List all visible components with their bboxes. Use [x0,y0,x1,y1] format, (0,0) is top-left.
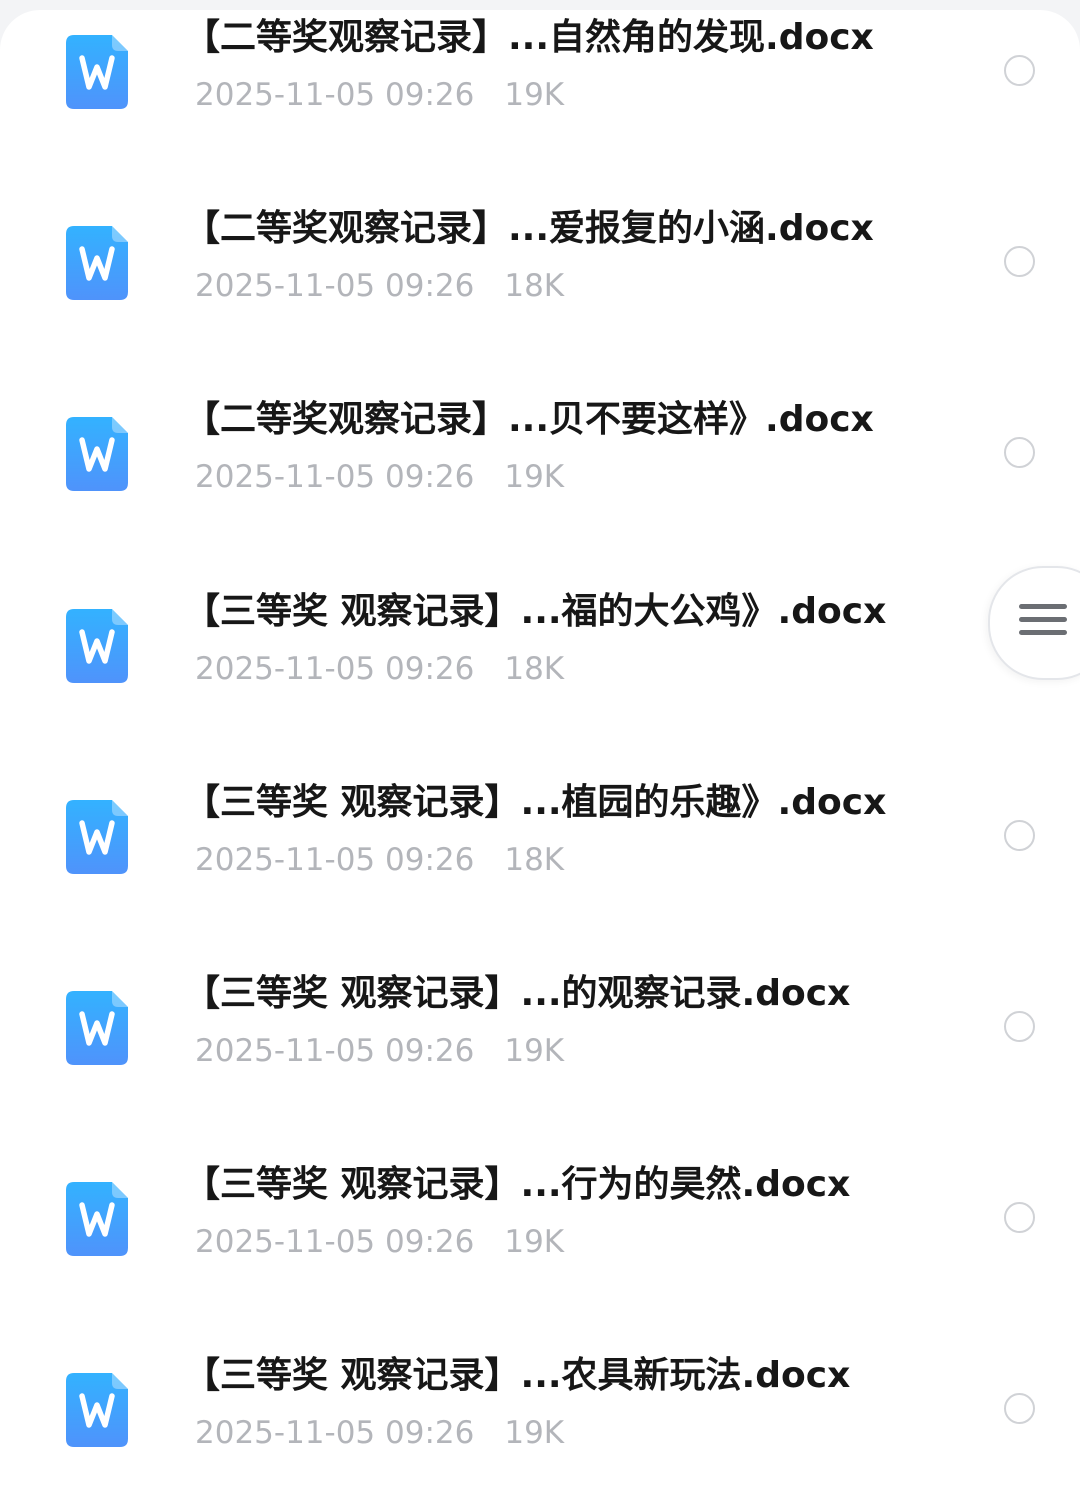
word-doc-icon [66,417,128,491]
file-size: 18K [504,651,565,687]
word-doc-icon [66,1182,128,1256]
word-doc-icon [66,991,128,1065]
select-checkbox[interactable] [1004,1011,1035,1042]
file-date: 2025-11-05 09:26 [195,268,475,304]
file-list-sheet: 【二等奖观察记录】...自然角的发现.docx 2025-11-05 09:26 1… [0,10,1080,1500]
word-doc-icon [66,1373,128,1447]
file-meta: 2025-11-05 09:26 18K [195,841,564,879]
menu-icon [1019,604,1069,640]
select-checkbox[interactable] [1004,1202,1035,1233]
word-doc-icon [66,609,128,683]
file-name: 【二等奖观察记录】...自然角的发现.docx [184,17,874,58]
file-list-item[interactable]: 【三等奖 观察记录】...农具新玩法.docx 2025-11-05 09:26 1… [0,1338,1080,1500]
file-size: 19K [504,1033,565,1069]
file-date: 2025-11-05 09:26 [195,651,475,687]
file-name: 【三等奖 观察记录】...农具新玩法.docx [184,1355,851,1396]
file-size: 19K [504,1224,565,1260]
file-date: 2025-11-05 09:26 [195,77,475,113]
file-name: 【三等奖 观察记录】...的观察记录.docx [184,973,851,1014]
file-meta: 2025-11-05 09:26 19K [195,76,564,114]
file-date: 2025-11-05 09:26 [195,1033,475,1069]
select-checkbox[interactable] [1004,246,1035,277]
file-list-item[interactable]: 【二等奖观察记录】...爱报复的小涵.docx 2025-11-05 09:26 1… [0,191,1080,382]
file-list-item[interactable]: 【三等奖 观察记录】...行为的昊然.docx 2025-11-05 09:26 1… [0,1147,1080,1338]
file-list-item[interactable]: 【三等奖 观察记录】...植园的乐趣》.docx 2025-11-05 09:26… [0,765,1080,956]
file-name: 【三等奖 观察记录】...行为的昊然.docx [184,1164,851,1205]
word-doc-icon [66,226,128,300]
select-checkbox[interactable] [1004,55,1035,86]
file-meta: 2025-11-05 09:26 18K [195,267,564,305]
file-size: 18K [504,268,565,304]
file-name: 【三等奖 观察记录】...植园的乐趣》.docx [184,782,887,823]
file-size: 19K [504,1415,565,1451]
select-checkbox[interactable] [1004,1393,1035,1424]
file-meta: 2025-11-05 09:26 18K [195,650,564,688]
file-size: 18K [504,842,565,878]
file-date: 2025-11-05 09:26 [195,842,475,878]
word-doc-icon [66,35,128,109]
file-list-item[interactable]: 【三等奖 观察记录】...福的大公鸡》.docx 2025-11-05 09:26… [0,574,1080,765]
word-doc-icon [66,800,128,874]
file-size: 19K [504,77,565,113]
file-meta: 2025-11-05 09:26 19K [195,458,564,496]
file-date: 2025-11-05 09:26 [195,459,475,495]
file-list-item[interactable]: 【三等奖 观察记录】...的观察记录.docx 2025-11-05 09:26 1… [0,956,1080,1147]
select-checkbox[interactable] [1004,820,1035,851]
file-date: 2025-11-05 09:26 [195,1224,475,1260]
file-meta: 2025-11-05 09:26 19K [195,1032,564,1070]
file-name: 【二等奖观察记录】...贝不要这样》.docx [184,399,874,440]
file-meta: 2025-11-05 09:26 19K [195,1223,564,1261]
file-name: 【二等奖观察记录】...爱报复的小涵.docx [184,208,874,249]
file-name: 【三等奖 观察记录】...福的大公鸡》.docx [184,591,887,632]
select-checkbox[interactable] [1004,437,1035,468]
file-list-item[interactable]: 【二等奖观察记录】...自然角的发现.docx 2025-11-05 09:26 1… [0,10,1080,191]
file-list-item[interactable]: 【二等奖观察记录】...贝不要这样》.docx 2025-11-05 09:26 1… [0,382,1080,573]
file-size: 19K [504,459,565,495]
file-meta: 2025-11-05 09:26 19K [195,1414,564,1452]
file-date: 2025-11-05 09:26 [195,1415,475,1451]
